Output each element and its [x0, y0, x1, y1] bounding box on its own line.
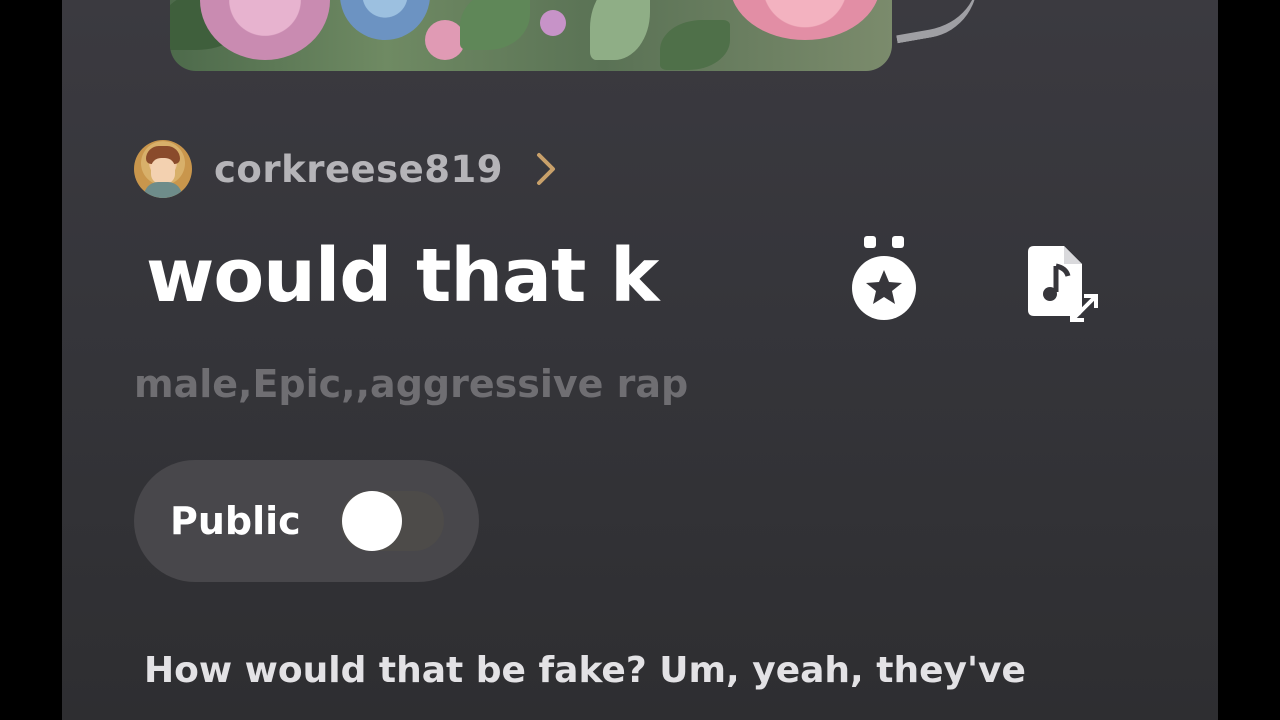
- cover-flower: [730, 0, 880, 40]
- cover-flower: [540, 10, 566, 36]
- toggle-knob[interactable]: [342, 491, 402, 551]
- song-title-marquee: ow would that k: [134, 226, 800, 326]
- cover-leaf: [590, 0, 650, 60]
- public-toggle[interactable]: [340, 491, 444, 551]
- audio-file-expand-icon[interactable]: [1020, 244, 1102, 326]
- song-cover-art[interactable]: [170, 0, 892, 71]
- cover-leaf: [460, 0, 530, 50]
- cover-flower: [340, 0, 430, 40]
- cover-decoration: [887, 0, 987, 44]
- creator-link[interactable]: corkreese819: [134, 140, 561, 198]
- cover-leaf: [660, 20, 730, 70]
- creator-name[interactable]: corkreese819: [214, 148, 503, 191]
- chevron-right-icon[interactable]: [531, 149, 561, 189]
- cover-flower: [200, 0, 330, 60]
- visibility-toggle-container[interactable]: Public: [134, 460, 479, 582]
- song-title: ow would that k: [134, 233, 659, 319]
- medal-star-icon[interactable]: [848, 232, 920, 326]
- cover-flower: [425, 20, 465, 60]
- song-style-tags: male,Epic,,aggressive rap: [134, 362, 689, 406]
- lyrics-text: How would that be fake? Um, yeah, they'v…: [144, 650, 1026, 691]
- creator-avatar[interactable]: [134, 140, 192, 198]
- public-label: Public: [170, 499, 301, 543]
- song-detail-panel: corkreese819 ow would that k mal: [62, 0, 1218, 720]
